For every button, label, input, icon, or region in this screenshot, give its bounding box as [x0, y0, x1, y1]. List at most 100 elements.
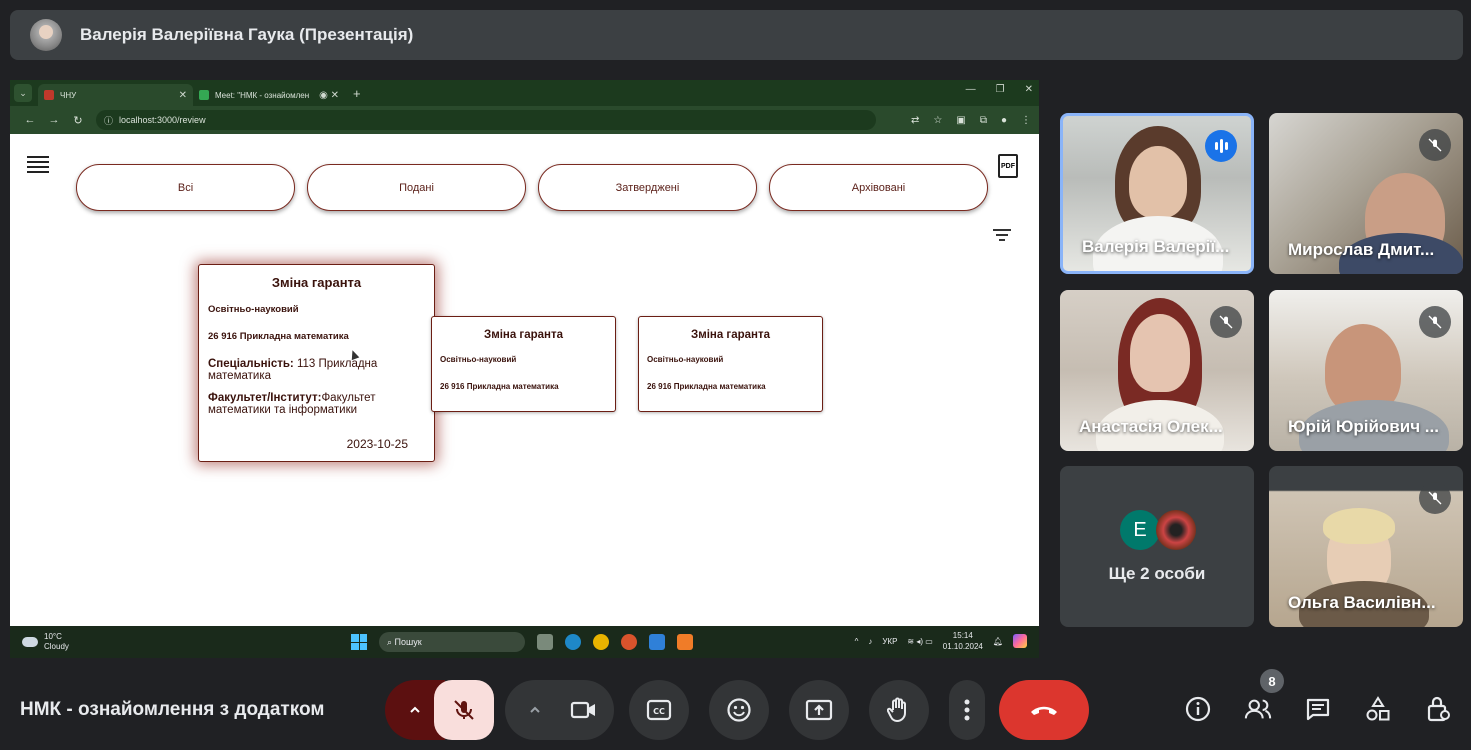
window-controls: — ❐ ✕ — [966, 84, 1033, 95]
meet-favicon-icon — [199, 90, 209, 100]
site-info-icon[interactable]: ⓘ — [104, 114, 113, 127]
copilot-icon[interactable] — [1013, 634, 1027, 648]
microphone-icon[interactable]: ♪ — [868, 637, 872, 646]
chrome-icon[interactable] — [593, 634, 609, 650]
windows-start-icon[interactable] — [351, 634, 367, 650]
card-specialty: Спеціальність: 113 Прикладна математика — [208, 358, 425, 382]
file-explorer-icon[interactable] — [537, 634, 553, 650]
request-card[interactable]: Зміна гаранта Освітньо-науковий 26 916 П… — [431, 316, 616, 412]
presenter-title: Валерія Валеріївна Гаука (Презентація) — [80, 25, 414, 44]
weather-text: Cloudy — [44, 642, 69, 651]
filter-approved-button[interactable]: Затверджені — [538, 164, 757, 211]
tab-search-icon[interactable]: ⌄ — [14, 84, 32, 102]
profile-icon[interactable]: ● — [1001, 115, 1007, 126]
participant-avatar — [1156, 510, 1196, 550]
shared-screen: ⌄ ЧНУ ✕ Meet: "НМК - ознайомлен ◉ ✕ + — … — [10, 80, 1039, 658]
svg-text:CC: CC — [653, 707, 665, 716]
meeting-info-icon[interactable] — [1184, 695, 1212, 723]
presenter-bar: Валерія Валеріївна Гаука (Презентація) — [10, 10, 1463, 60]
new-tab-icon[interactable]: + — [353, 86, 361, 101]
browser-actions: ⇄ ☆ ▣ ⧉ ● ⋮ — [911, 115, 1031, 126]
close-tab-icon[interactable]: ◉ ✕ — [319, 90, 339, 101]
chevron-up-icon[interactable]: ^ — [855, 637, 859, 646]
translate-icon[interactable]: ⇄ — [911, 115, 919, 126]
browser-tabbar: ⌄ ЧНУ ✕ Meet: "НМК - ознайомлен ◉ ✕ + — … — [10, 80, 1039, 106]
participant-tile[interactable]: Валерія Валерії... — [1060, 113, 1254, 274]
raise-hand-button[interactable] — [869, 680, 929, 740]
windows-taskbar: 10°C Cloudy ⌕ Пошук ^ ♪ УКР ≋ ◂) ▭ 15:14 0… — [10, 626, 1039, 658]
browser-menu-icon[interactable]: ⋮ — [1021, 115, 1031, 126]
browser-tab-active[interactable]: ЧНУ ✕ — [38, 84, 193, 106]
edge-icon[interactable] — [565, 634, 581, 650]
address-bar[interactable]: ⓘ localhost:3000/review — [96, 110, 876, 130]
card-program: 26 916 Прикладна математика — [208, 331, 349, 342]
wifi-volume-battery-icon[interactable]: ≋ ◂) ▭ — [907, 637, 932, 646]
participant-tile[interactable]: Мирослав Дмит... — [1269, 113, 1463, 274]
taskbar-search[interactable]: ⌕ Пошук — [379, 632, 525, 652]
extension-icon[interactable]: ▣ — [956, 115, 965, 126]
hand-icon — [887, 697, 906, 722]
minimize-icon[interactable]: — — [966, 84, 976, 95]
participant-name: Валерія Валерії... — [1082, 237, 1230, 256]
sort-filter-icon[interactable] — [993, 229, 1011, 244]
weather-widget[interactable]: 10°C Cloudy — [22, 632, 69, 652]
request-card[interactable]: Зміна гаранта Освітньо-науковий 26 916 П… — [638, 316, 823, 412]
participant-face — [1130, 314, 1190, 392]
reactions-button[interactable] — [709, 680, 769, 740]
participant-tile[interactable]: Анастасія Олек... — [1060, 290, 1254, 451]
reload-icon[interactable]: ↻ — [66, 114, 90, 127]
participant-tile[interactable]: Юрій Юрійович ... — [1269, 290, 1463, 451]
participant-tile[interactable]: Ольга Василівн... — [1269, 466, 1463, 627]
close-window-icon[interactable]: ✕ — [1025, 84, 1033, 95]
filter-submitted-button[interactable]: Подані — [307, 164, 526, 211]
participant-name: Мирослав Дмит... — [1288, 240, 1435, 259]
bookmark-star-icon[interactable]: ☆ — [933, 115, 942, 126]
extensions-puzzle-icon[interactable]: ⧉ — [980, 115, 987, 126]
participant-avatar: E — [1120, 510, 1160, 550]
activities-icon[interactable] — [1364, 695, 1392, 723]
emoji-icon — [727, 698, 751, 722]
participant-face — [1129, 146, 1187, 218]
more-participants-tile[interactable]: E Ще 2 особи — [1060, 466, 1254, 627]
camera-toggle-button[interactable] — [554, 680, 614, 740]
more-vert-icon — [964, 699, 970, 721]
notification-bell-icon[interactable]: 🔔︎ — [993, 637, 1003, 646]
xampp-icon[interactable] — [677, 634, 693, 650]
mic-off-icon — [1210, 306, 1242, 338]
host-controls-icon[interactable] — [1424, 695, 1452, 723]
filter-archived-button[interactable]: Архівовані — [769, 164, 988, 211]
card-program: 26 916 Прикладна математика — [440, 382, 559, 391]
restore-icon[interactable]: ❐ — [996, 84, 1005, 95]
present-screen-button[interactable] — [789, 680, 849, 740]
search-icon: ⌕ — [387, 636, 395, 647]
captions-button[interactable]: CC — [629, 680, 689, 740]
request-card-expanded[interactable]: Зміна гаранта Освітньо-науковий 26 916 П… — [198, 264, 435, 462]
back-icon[interactable]: ← — [18, 114, 42, 126]
mic-toggle-button[interactable] — [434, 680, 494, 740]
weather-temp: 10°C — [44, 632, 62, 641]
card-level: Освітньо-науковий — [647, 355, 724, 364]
pdf-icon[interactable]: PDF — [998, 154, 1018, 178]
forward-icon[interactable]: → — [42, 114, 66, 126]
browser-tab-meet[interactable]: Meet: "НМК - ознайомлен ◉ ✕ — [193, 84, 345, 106]
camera-icon — [570, 701, 595, 719]
chevron-up-icon — [410, 706, 420, 713]
leave-call-button[interactable] — [999, 680, 1089, 740]
mic-off-icon — [454, 700, 474, 720]
participant-name: Юрій Юрійович ... — [1288, 417, 1439, 436]
people-icon[interactable] — [1244, 695, 1272, 723]
chrome-profile-icon[interactable] — [621, 634, 637, 650]
more-participants-label: Ще 2 особи — [1108, 564, 1206, 583]
more-options-button[interactable] — [949, 680, 985, 740]
close-tab-icon[interactable]: ✕ — [179, 90, 187, 101]
language-indicator[interactable]: УКР — [882, 637, 897, 646]
end-call-icon — [1031, 706, 1057, 715]
present-screen-icon — [805, 699, 833, 721]
clock[interactable]: 15:14 01.10.2024 — [943, 630, 983, 652]
vscode-icon[interactable] — [649, 634, 665, 650]
filter-all-button[interactable]: Всі — [76, 164, 295, 211]
clock-time: 15:14 — [952, 631, 973, 640]
chat-icon[interactable] — [1304, 695, 1332, 723]
hamburger-menu-icon[interactable] — [27, 156, 49, 176]
captions-icon: CC — [646, 699, 672, 721]
